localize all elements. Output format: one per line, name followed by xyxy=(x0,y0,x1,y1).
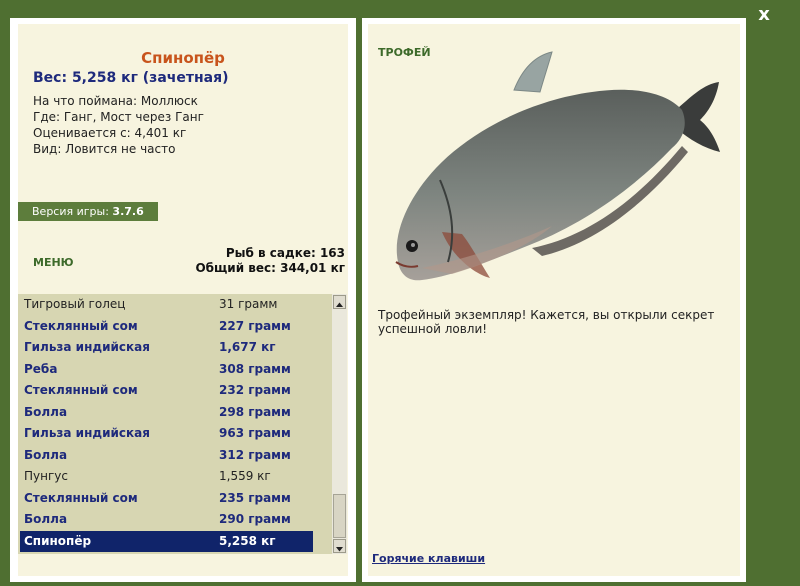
location-info: Где: Ганг, Мост через Ганг xyxy=(33,110,204,124)
rarity-info: Вид: Ловится не часто xyxy=(33,142,176,156)
scrollbar-thumb[interactable] xyxy=(333,494,346,538)
list-item[interactable]: Болла 312 грамм xyxy=(18,445,316,467)
bait-info: На что поймана: Моллюск xyxy=(33,94,198,108)
fish-weight-value: 308 грамм xyxy=(219,361,291,376)
scroll-down-button[interactable] xyxy=(333,539,346,553)
fish-name: Болла xyxy=(24,447,68,462)
fish-image xyxy=(395,51,720,281)
scroll-up-icon xyxy=(336,302,343,307)
fish-name: Спинопёр xyxy=(24,533,92,548)
list-item[interactable]: Стеклянный сом 235 грамм xyxy=(18,488,316,510)
fish-weight-value: 31 грамм xyxy=(219,297,278,311)
scroll-up-button[interactable] xyxy=(333,295,346,309)
fish-weight-value: 1,677 кг xyxy=(219,340,276,354)
list-item[interactable]: Стеклянный сом 227 грамм xyxy=(18,316,316,338)
close-button[interactable]: x xyxy=(756,6,772,24)
fish-name: Реба xyxy=(24,361,58,376)
fish-weight-value: 298 грамм xyxy=(219,404,291,419)
fish-weight-value: 232 грамм xyxy=(219,383,291,397)
list-item[interactable]: Пунгус 1,559 кг xyxy=(18,466,316,488)
keepnet-stats: Рыб в садке: 163 Общий вес: 344,01 кг xyxy=(180,246,345,276)
list-item-selected[interactable]: Спинопёр 5,258 кг xyxy=(20,530,313,552)
list-item[interactable]: Гильза индийская 1,677 кг xyxy=(18,337,316,359)
fish-name: Стеклянный сом xyxy=(24,383,138,397)
fish-name: Болла xyxy=(24,512,68,526)
list-item[interactable]: Болла 298 грамм xyxy=(18,402,316,424)
fish-weight: Вес: 5,258 кг (зачетная) xyxy=(33,70,229,86)
trophy-description: Трофейный экземпляр! Кажется, вы открыли… xyxy=(378,308,715,336)
fish-name: Тигровый голец xyxy=(24,297,126,311)
fish-name: Пунгус xyxy=(24,469,68,483)
fish-name: Гильза индийская xyxy=(24,426,150,440)
list-item[interactable]: Гильза индийская 963 грамм xyxy=(18,423,316,445)
menu-button[interactable]: МЕНЮ xyxy=(33,256,74,269)
version-label: Версия игры: xyxy=(32,205,109,218)
version-value: 3.7.6 xyxy=(112,205,144,218)
catch-list-scrollbar[interactable] xyxy=(332,294,347,554)
list-item[interactable]: Реба 308 грамм xyxy=(18,359,316,381)
fish-weight-value: 5,258 кг xyxy=(219,533,276,548)
fish-name: Стеклянный сом xyxy=(24,490,138,505)
hotkeys-link[interactable]: Горячие клавиши xyxy=(372,552,485,565)
valued-info: Оценивается с: 4,401 кг xyxy=(33,126,187,140)
total-weight: Общий вес: 344,01 кг xyxy=(195,261,345,275)
fish-name-title: Спинопёр xyxy=(141,49,225,67)
fish-weight-value: 235 грамм xyxy=(219,490,291,505)
list-item[interactable]: Стеклянный сом 232 грамм xyxy=(18,380,316,402)
fish-name: Стеклянный сом xyxy=(24,318,138,333)
list-item[interactable]: Болла 290 грамм xyxy=(18,509,316,531)
fish-weight-value: 963 грамм xyxy=(219,426,291,440)
fish-weight-value: 227 грамм xyxy=(219,318,291,333)
scroll-down-icon xyxy=(336,547,343,552)
fish-name: Болла xyxy=(24,404,68,419)
fish-count: Рыб в садке: 163 xyxy=(225,246,345,260)
fish-weight-value: 1,559 кг xyxy=(219,469,271,483)
catch-list[interactable]: Тигровый голец 31 грамм Стеклянный сом 227 … xyxy=(18,294,333,554)
fish-weight-value: 290 грамм xyxy=(219,512,291,526)
game-version: Версия игры: 3.7.6 xyxy=(18,202,158,221)
list-item[interactable]: Тигровый голец 31 грамм xyxy=(18,294,316,316)
fish-name: Гильза индийская xyxy=(24,340,150,354)
fish-weight-value: 312 грамм xyxy=(219,447,291,462)
